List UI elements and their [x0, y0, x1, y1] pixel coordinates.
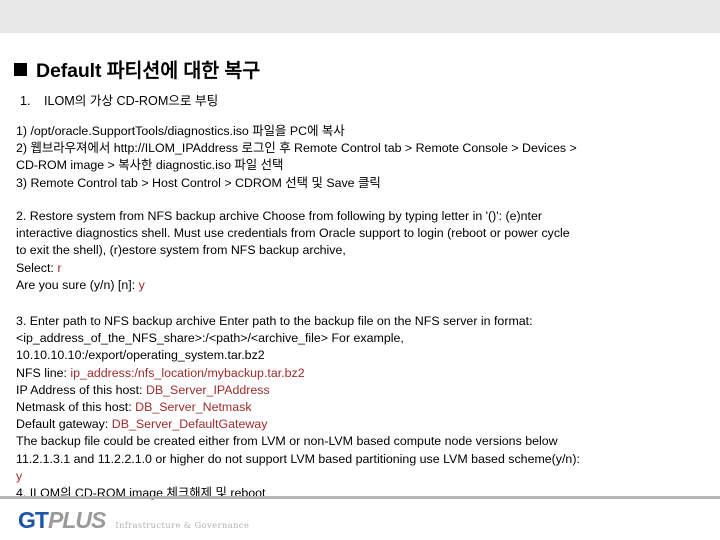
- footer-divider: [0, 496, 720, 499]
- text-line: 11.2.1.3.1 and 11.2.2.1.0 or higher do n…: [16, 451, 708, 468]
- step-1-number: 1.: [20, 94, 31, 108]
- text-line: interactive diagnostics shell. Must use …: [16, 225, 708, 242]
- text-run: 2) 웹브라우져에서 http://ILOM_IPAddress 로그인 후 R…: [16, 141, 577, 156]
- text-run: CD-ROM image > 복사한 diagnostic.iso 파일 선택: [16, 158, 284, 173]
- text-run: 11.2.1.3.1 and 11.2.2.1.0 or higher do n…: [16, 451, 580, 466]
- highlighted-value: DB_Server_IPAddress: [145, 382, 270, 397]
- text-line: Netmask of this host: DB_Server_Netmask: [16, 399, 708, 416]
- text-line: Default gateway: DB_Server_DefaultGatewa…: [16, 416, 708, 433]
- highlighted-value: r: [57, 260, 62, 275]
- text-line: 10.10.10.10:/export/operating_system.tar…: [16, 347, 708, 364]
- text-line: 3) Remote Control tab > Host Control > C…: [16, 175, 708, 192]
- text-run: NFS line:: [16, 365, 71, 380]
- text-line: NFS line: ip_address:/nfs_location/mybac…: [16, 365, 708, 382]
- footer-tagline: Infrastructure & Governance: [115, 521, 250, 531]
- text-run: Select:: [16, 260, 58, 275]
- text-run: Default gateway:: [16, 417, 112, 432]
- text-line: IP Address of this host: DB_Server_IPAdd…: [16, 382, 708, 399]
- text-run: IP Address of this host:: [16, 382, 146, 397]
- substep-block: 1) /opt/oracle.SupportTools/diagnostics.…: [16, 123, 708, 192]
- text-run: interactive diagnostics shell. Must use …: [16, 226, 570, 241]
- footer: GTPLUS Infrastructure & Governance: [18, 509, 249, 532]
- page-title: Default 파티션에 대한 복구: [14, 54, 260, 83]
- text-line: 3. Enter path to NFS backup archive Ente…: [16, 313, 708, 330]
- step-2-block: 2. Restore system from NFS backup archiv…: [16, 208, 708, 294]
- top-gray-band: [0, 0, 720, 33]
- gtplus-logo: GTPLUS: [18, 507, 106, 533]
- highlighted-value: DB_Server_Netmask: [135, 400, 252, 415]
- step-3-block: 3. Enter path to NFS backup archive Ente…: [16, 313, 708, 502]
- text-line: 4. ILOM의 CD-ROM image 체크해제 및 reboot: [16, 485, 708, 502]
- text-line: CD-ROM image > 복사한 diagnostic.iso 파일 선택: [16, 157, 708, 174]
- text-line: The backup file could be created either …: [16, 433, 708, 450]
- text-line: 2) 웹브라우져에서 http://ILOM_IPAddress 로그인 후 R…: [16, 140, 708, 157]
- highlighted-value: ip_address:/nfs_location/mybackup.tar.bz…: [70, 365, 305, 380]
- text-line: Select: r: [16, 260, 708, 277]
- highlighted-value: y: [138, 277, 145, 292]
- text-run: to exit the shell), (r)estore system fro…: [16, 243, 346, 258]
- text-run: <ip_address_of_the_NFS_share>:/<path>/<a…: [16, 331, 404, 346]
- text-line: to exit the shell), (r)estore system fro…: [16, 242, 708, 259]
- step-1-label: ILOM의 가상 CD-ROM으로 부팅: [44, 94, 219, 108]
- text-run: 3. Enter path to NFS backup archive Ente…: [16, 314, 533, 328]
- text-line: 2. Restore system from NFS backup archiv…: [16, 208, 708, 225]
- text-run: 3) Remote Control tab > Host Control > C…: [16, 175, 381, 190]
- logo-gt-text: GT: [18, 507, 49, 533]
- logo-plus-text: PLUS: [47, 507, 106, 533]
- text-line: y: [16, 468, 708, 485]
- text-run: Are you sure (y/n) [n]:: [16, 277, 139, 292]
- highlighted-value: DB_Server_DefaultGateway: [111, 417, 268, 432]
- text-run: 10.10.10.10:/export/operating_system.tar…: [16, 348, 265, 363]
- text-run: 2. Restore system from NFS backup archiv…: [16, 209, 543, 223]
- page-title-text: Default 파티션에 대한 복구: [36, 60, 261, 82]
- text-line: <ip_address_of_the_NFS_share>:/<path>/<a…: [16, 330, 708, 347]
- bullet-square-icon: [14, 63, 27, 76]
- text-run: Netmask of this host:: [16, 400, 136, 415]
- text-run: 1) /opt/oracle.SupportTools/diagnostics.…: [16, 124, 345, 138]
- text-line: 1) /opt/oracle.SupportTools/diagnostics.…: [16, 123, 708, 140]
- highlighted-value: y: [16, 468, 23, 483]
- text-run: The backup file could be created either …: [16, 434, 558, 449]
- text-line: Are you sure (y/n) [n]: y: [16, 277, 708, 294]
- step-1-heading: 1. ILOM의 가상 CD-ROM으로 부팅: [20, 90, 218, 109]
